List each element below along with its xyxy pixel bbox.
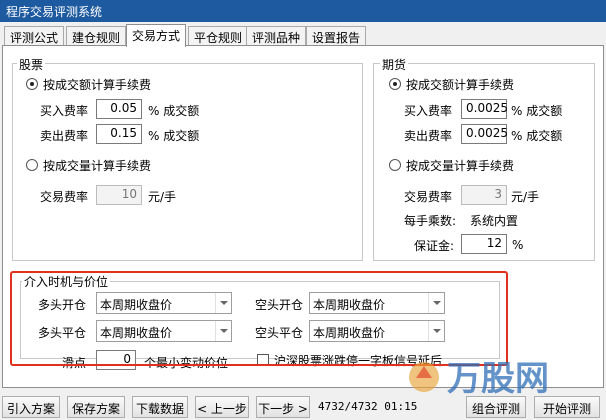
- stocks-by-amount-label: 按成交额计算手续费: [43, 78, 152, 92]
- stocks-legend: 股票: [17, 56, 46, 73]
- combo-test-button[interactable]: 组合评测: [466, 396, 526, 418]
- stocks-rate-label: 交易费率: [40, 190, 89, 204]
- watermark-logo: 万股网: [402, 352, 606, 402]
- stocks-sell-unit: % 成交额: [148, 129, 200, 143]
- futures-by-amount-radio[interactable]: [389, 78, 401, 90]
- futures-margin-unit: %: [512, 238, 524, 252]
- futures-by-volume-radio[interactable]: [389, 159, 401, 171]
- futures-sell-unit: % 成交额: [511, 129, 563, 143]
- futures-multiplier-value: 系统内置: [470, 214, 519, 228]
- import-scheme-button[interactable]: 引入方案: [2, 396, 60, 418]
- progress-status: 4732/4732 01:15: [318, 400, 418, 413]
- start-test-button[interactable]: 开始评测: [534, 396, 600, 418]
- tab-close-rules[interactable]: 平仓规则: [188, 26, 249, 46]
- title-bar: 程序交易评测系统: [0, 0, 606, 22]
- watermark-icon: 万股网: [409, 359, 549, 399]
- futures-by-volume-label: 按成交量计算手续费: [406, 159, 515, 173]
- futures-buy-unit: % 成交额: [511, 104, 563, 118]
- stocks-rate-unit: 元/手: [148, 190, 177, 204]
- stocks-sell-label: 卖出费率: [40, 129, 89, 143]
- stocks-buy-rate-input[interactable]: 0.05: [96, 99, 142, 119]
- download-data-button[interactable]: 下载数据: [132, 396, 188, 418]
- tab-formula[interactable]: 评测公式: [4, 26, 65, 46]
- futures-sell-label: 卖出费率: [404, 129, 453, 143]
- tab-instruments[interactable]: 评测品种: [246, 26, 307, 46]
- save-scheme-button[interactable]: 保存方案: [67, 396, 125, 418]
- stocks-by-volume-radio[interactable]: [26, 159, 38, 171]
- futures-legend: 期货: [380, 56, 409, 73]
- window-title: 程序交易评测系统: [6, 5, 103, 19]
- stocks-by-volume-label: 按成交量计算手续费: [43, 159, 152, 173]
- next-step-button[interactable]: 下一步 >: [256, 396, 310, 418]
- stocks-by-amount-radio[interactable]: [26, 78, 38, 90]
- futures-buy-label: 买入费率: [404, 104, 453, 118]
- futures-sell-rate-input[interactable]: 0.0025: [461, 124, 508, 144]
- tab-trade-method[interactable]: 交易方式: [126, 24, 187, 47]
- stocks-volume-rate-input[interactable]: 10: [96, 185, 142, 205]
- futures-rate-unit: 元/手: [511, 190, 540, 204]
- stocks-buy-label: 买入费率: [40, 104, 89, 118]
- watermark-text: 万股网: [447, 359, 549, 399]
- prev-step-button[interactable]: < 上一步: [195, 396, 249, 418]
- futures-volume-rate-input[interactable]: 3: [461, 185, 507, 205]
- tab-open-rules[interactable]: 建仓规则: [66, 26, 127, 46]
- futures-margin-input[interactable]: 12: [461, 234, 507, 254]
- stocks-buy-unit: % 成交额: [148, 104, 200, 118]
- futures-buy-rate-input[interactable]: 0.0025: [461, 99, 508, 119]
- stocks-sell-rate-input[interactable]: 0.15: [96, 124, 142, 144]
- futures-by-amount-label: 按成交额计算手续费: [406, 78, 515, 92]
- futures-margin-label: 保证金:: [414, 239, 455, 253]
- futures-rate-label: 交易费率: [404, 190, 453, 204]
- futures-multiplier-label: 每手乘数:: [404, 214, 457, 228]
- tab-bar: 评测公式 建仓规则 交易方式 平仓规则 评测品种 设置报告: [4, 24, 604, 47]
- tab-report-settings[interactable]: 设置报告: [306, 26, 367, 46]
